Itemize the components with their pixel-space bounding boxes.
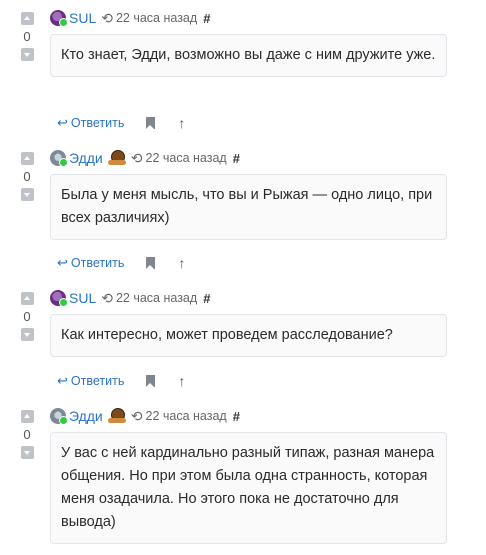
- author-link[interactable]: Эдди: [69, 150, 103, 166]
- timestamp: 22 часа назад: [145, 409, 227, 423]
- timestamp: 22 часа назад: [115, 11, 198, 25]
- history-icon[interactable]: ⟲: [101, 10, 113, 27]
- reply-arrow-icon: ↩: [57, 255, 68, 270]
- snail-badge-icon: [107, 150, 126, 166]
- comment-meta: SUL ⟲ 22 часа назад #: [50, 289, 210, 307]
- vote-widget: 0: [20, 12, 34, 61]
- arrow-up-icon[interactable]: ↑: [178, 255, 185, 271]
- online-indicator: [59, 158, 68, 167]
- upvote-button[interactable]: [20, 410, 34, 423]
- comment-text: У вас с ней кардинально разный типаж, ра…: [50, 432, 447, 544]
- comment-actions: ↩ Ответить ↑: [57, 115, 185, 131]
- permalink[interactable]: #: [203, 291, 210, 306]
- reply-label: Ответить: [70, 374, 125, 388]
- comment-text: Как интересно, может проведем расследова…: [50, 314, 447, 357]
- bookmark-icon[interactable]: [146, 117, 156, 129]
- reply-arrow-icon: ↩: [57, 115, 68, 130]
- reply-label: Ответить: [70, 116, 125, 130]
- timestamp: 22 часа назад: [115, 291, 198, 305]
- vote-count: 0: [23, 427, 31, 442]
- vote-count: 0: [23, 169, 31, 184]
- comment-meta: SUL ⟲ 22 часа назад #: [50, 9, 210, 27]
- snail-badge-icon: [107, 408, 126, 424]
- comment-actions: ↩ Ответить ↑: [57, 255, 185, 271]
- avatar[interactable]: [50, 408, 68, 425]
- reply-button[interactable]: ↩ Ответить: [57, 115, 124, 131]
- reply-button[interactable]: ↩ Ответить: [57, 373, 124, 389]
- reply-button[interactable]: ↩ Ответить: [57, 255, 124, 271]
- reply-arrow-icon: ↩: [57, 373, 68, 388]
- downvote-button[interactable]: [20, 446, 34, 459]
- comment-meta: Эдди ⟲ 22 часа назад #: [50, 149, 240, 167]
- author-link[interactable]: Эдди: [69, 408, 103, 424]
- comment-meta: Эдди ⟲ 22 часа назад #: [50, 407, 240, 425]
- permalink[interactable]: #: [233, 409, 240, 424]
- permalink[interactable]: #: [233, 151, 240, 166]
- permalink[interactable]: #: [203, 11, 210, 26]
- comment-actions: ↩ Ответить ↑: [57, 373, 185, 389]
- downvote-button[interactable]: [20, 48, 34, 61]
- reply-label: Ответить: [70, 256, 125, 270]
- history-icon[interactable]: ⟲: [131, 150, 143, 167]
- bookmark-icon[interactable]: [146, 257, 156, 269]
- history-icon[interactable]: ⟲: [131, 408, 143, 425]
- avatar[interactable]: [50, 150, 68, 167]
- comment-text: Была у меня мысль, что вы и Рыжая — одно…: [50, 174, 447, 240]
- online-indicator: [59, 416, 68, 425]
- avatar[interactable]: [50, 10, 68, 27]
- vote-widget: 0: [20, 410, 34, 459]
- online-indicator: [59, 298, 68, 307]
- author-link[interactable]: SUL: [69, 290, 96, 306]
- avatar[interactable]: [50, 290, 68, 307]
- downvote-button[interactable]: [20, 328, 34, 341]
- vote-count: 0: [23, 29, 31, 44]
- vote-count: 0: [23, 309, 31, 324]
- vote-widget: 0: [20, 152, 34, 201]
- upvote-button[interactable]: [20, 12, 34, 25]
- arrow-up-icon[interactable]: ↑: [178, 373, 185, 389]
- upvote-button[interactable]: [20, 292, 34, 305]
- history-icon[interactable]: ⟲: [101, 290, 113, 307]
- vote-widget: 0: [20, 292, 34, 341]
- online-indicator: [59, 18, 68, 27]
- comment-text: Кто знает, Эдди, возможно вы даже с ним …: [50, 34, 447, 77]
- author-link[interactable]: SUL: [69, 10, 96, 26]
- bookmark-icon[interactable]: [146, 375, 156, 387]
- arrow-up-icon[interactable]: ↑: [178, 115, 185, 131]
- upvote-button[interactable]: [20, 152, 34, 165]
- downvote-button[interactable]: [20, 188, 34, 201]
- timestamp: 22 часа назад: [145, 151, 227, 165]
